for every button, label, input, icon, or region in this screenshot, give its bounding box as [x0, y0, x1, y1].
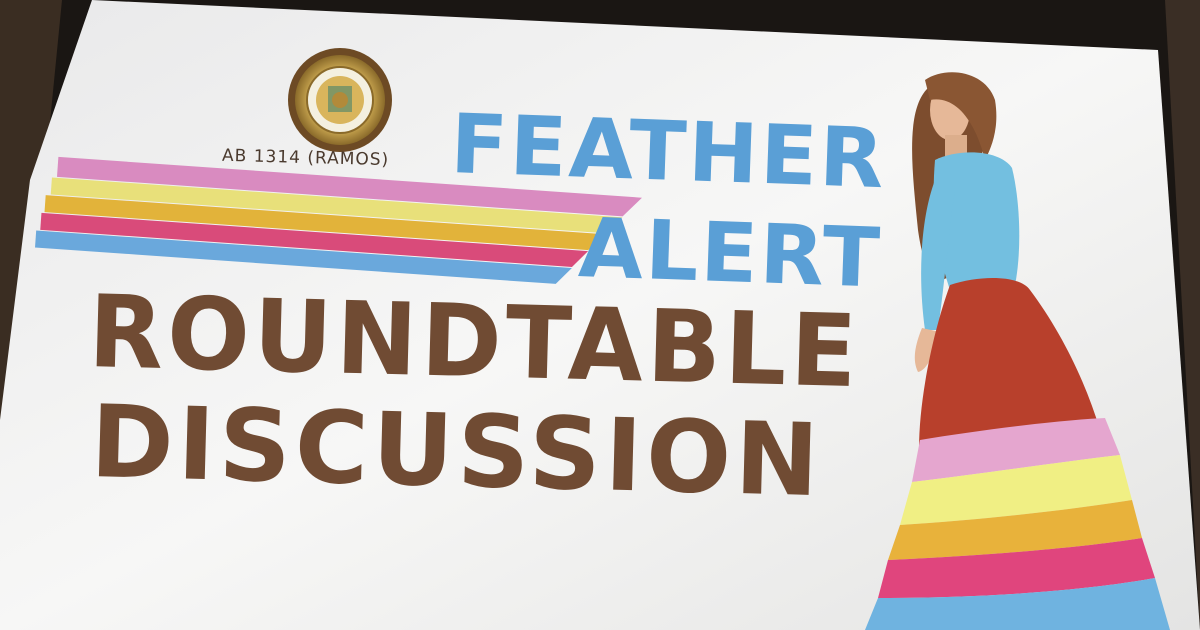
assembly-seal-icon [288, 48, 392, 152]
heading-roundtable: ROUNDTABLE [87, 273, 863, 411]
heading-discussion: DISCUSSION [89, 383, 825, 520]
title-feather: FEATHER [448, 97, 888, 208]
